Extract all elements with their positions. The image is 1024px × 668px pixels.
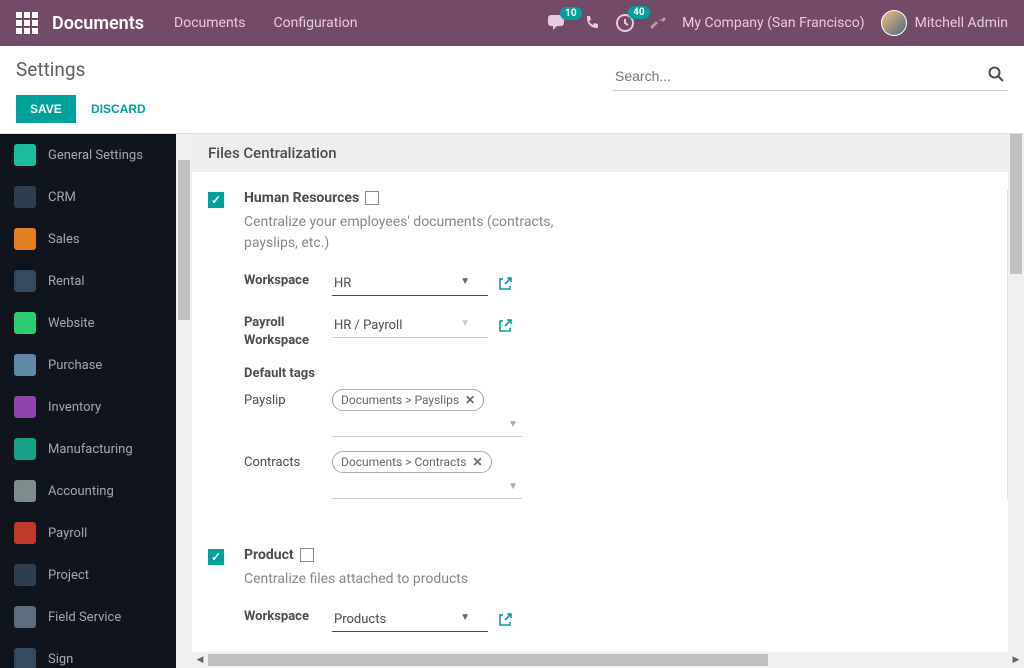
- sidebar-item-manufacturing[interactable]: Manufacturing: [0, 428, 176, 470]
- content-horizontal-scrollbar[interactable]: ◀ ▶: [192, 652, 1024, 668]
- messaging-icon[interactable]: 10: [548, 15, 568, 31]
- external-link-icon[interactable]: [498, 613, 512, 627]
- app-title: Documents: [52, 13, 144, 34]
- chevron-down-icon: ▼: [460, 276, 470, 291]
- sidebar-item-label: Rental: [48, 274, 85, 289]
- external-link-icon[interactable]: [498, 277, 512, 291]
- contracts-tag-add[interactable]: ▼: [332, 477, 522, 499]
- product-workspace-label: Workspace: [244, 608, 332, 626]
- content-vertical-scrollbar[interactable]: [1008, 134, 1024, 652]
- company-switcher[interactable]: My Company (San Francisco): [682, 15, 864, 31]
- tools-icon[interactable]: [650, 15, 666, 31]
- module-icon: [14, 354, 36, 376]
- user-name: Mitchell Admin: [915, 15, 1008, 31]
- payroll-workspace-select[interactable]: HR / Payroll ▼: [332, 314, 488, 338]
- external-link-icon[interactable]: [498, 319, 512, 333]
- sidebar-item-label: Payroll: [48, 526, 87, 541]
- module-icon: [14, 186, 36, 208]
- module-icon: [14, 228, 36, 250]
- apps-menu-icon[interactable]: [16, 12, 38, 34]
- sidebar-item-sign[interactable]: Sign: [0, 638, 176, 668]
- sidebar-item-payroll[interactable]: Payroll: [0, 512, 176, 554]
- sidebar-item-rental[interactable]: Rental: [0, 260, 176, 302]
- module-icon: [14, 522, 36, 544]
- sidebar-item-accounting[interactable]: Accounting: [0, 470, 176, 512]
- module-icon: [14, 648, 36, 668]
- workspace-label: Workspace: [244, 272, 332, 290]
- remove-tag-icon[interactable]: ✕: [472, 455, 482, 469]
- product-workspace-select[interactable]: Products ▼: [332, 608, 488, 632]
- chevron-down-icon: ▼: [460, 318, 470, 333]
- company-scope-icon[interactable]: [300, 548, 314, 562]
- sidebar-item-field-service[interactable]: Field Service: [0, 596, 176, 638]
- sidebar-item-label: Sign: [48, 652, 73, 667]
- scroll-right-icon[interactable]: ▶: [1008, 655, 1024, 665]
- company-scope-icon[interactable]: [365, 191, 379, 205]
- contracts-label: Contracts: [244, 455, 332, 470]
- sidebar-item-label: Website: [48, 316, 95, 331]
- activities-badge: 40: [628, 6, 649, 19]
- hr-title: Human Resources: [244, 190, 359, 206]
- company-name: My Company (San Francisco): [682, 15, 864, 31]
- module-icon: [14, 564, 36, 586]
- sidebar-item-project[interactable]: Project: [0, 554, 176, 596]
- sidebar-item-sales[interactable]: Sales: [0, 218, 176, 260]
- product-title: Product: [244, 547, 294, 563]
- sidebar-scrollbar[interactable]: [176, 134, 192, 668]
- save-button[interactable]: SAVE: [16, 95, 76, 123]
- user-menu[interactable]: Mitchell Admin: [881, 10, 1008, 36]
- activities-icon[interactable]: 40: [616, 14, 634, 32]
- payslip-tag-add[interactable]: ▼: [332, 415, 522, 437]
- hr-workspace-select[interactable]: HR ▼: [332, 272, 488, 296]
- contracts-tag[interactable]: Documents > Contracts ✕: [332, 451, 492, 473]
- sidebar-item-label: Project: [48, 568, 89, 583]
- search-input[interactable]: [613, 62, 1008, 91]
- settings-sidebar: General Settings CRM Sales Rental Website Pur…: [0, 134, 176, 668]
- product-desc: Centralize files attached to products: [244, 569, 554, 590]
- sidebar-item-inventory[interactable]: Inventory: [0, 386, 176, 428]
- payroll-workspace-label: Payroll Workspace: [244, 314, 332, 350]
- payslip-tag[interactable]: Documents > Payslips ✕: [332, 389, 484, 411]
- module-icon: [14, 396, 36, 418]
- product-checkbox[interactable]: [208, 549, 224, 565]
- sidebar-item-purchase[interactable]: Purchase: [0, 344, 176, 386]
- sidebar-item-label: Inventory: [48, 400, 101, 415]
- page-title: Settings: [16, 58, 158, 81]
- nav-link-documents[interactable]: Documents: [174, 15, 245, 31]
- hr-checkbox[interactable]: [208, 192, 224, 208]
- sidebar-item-label: Purchase: [48, 358, 102, 373]
- sidebar-item-website[interactable]: Website: [0, 302, 176, 344]
- sidebar-item-label: CRM: [48, 190, 76, 205]
- search-icon[interactable]: [988, 66, 1004, 82]
- chevron-down-icon: ▼: [460, 612, 470, 627]
- sidebar-item-label: Sales: [48, 232, 80, 247]
- discard-button[interactable]: DISCARD: [79, 95, 158, 123]
- module-icon: [14, 438, 36, 460]
- avatar: [881, 10, 907, 36]
- payslip-label: Payslip: [244, 393, 332, 408]
- module-icon: [14, 270, 36, 292]
- sidebar-item-label: General Settings: [48, 148, 143, 163]
- module-icon: [14, 606, 36, 628]
- sidebar-item-general-settings[interactable]: General Settings: [0, 134, 176, 176]
- default-tags-label: Default tags: [244, 366, 1024, 381]
- module-icon: [14, 480, 36, 502]
- phone-icon[interactable]: [584, 15, 600, 31]
- sidebar-item-label: Manufacturing: [48, 442, 133, 457]
- scroll-left-icon[interactable]: ◀: [192, 655, 208, 665]
- module-icon: [14, 312, 36, 334]
- section-header: Files Centralization: [192, 134, 1008, 172]
- sidebar-item-label: Accounting: [48, 484, 114, 499]
- nav-link-configuration[interactable]: Configuration: [274, 15, 358, 31]
- sidebar-item-crm[interactable]: CRM: [0, 176, 176, 218]
- messaging-badge: 10: [560, 7, 581, 20]
- sidebar-item-label: Field Service: [48, 610, 121, 625]
- hr-desc: Centralize your employees' documents (co…: [244, 212, 554, 254]
- module-icon: [14, 144, 36, 166]
- remove-tag-icon[interactable]: ✕: [465, 393, 475, 407]
